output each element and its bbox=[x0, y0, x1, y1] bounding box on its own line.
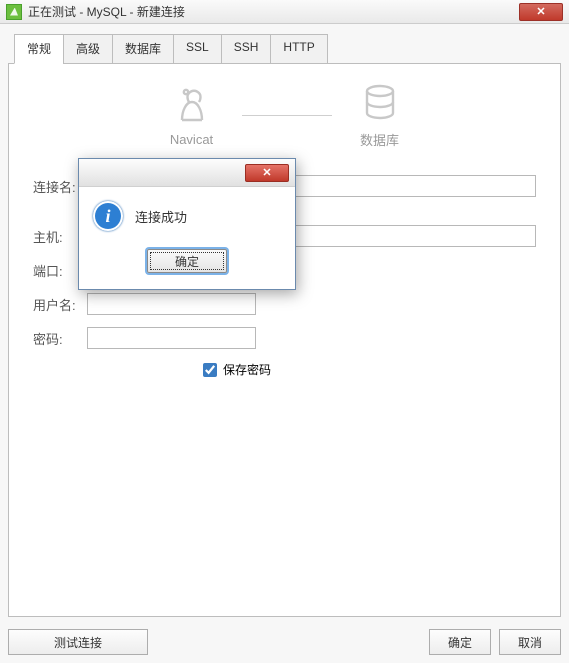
label-password: 密码: bbox=[33, 329, 87, 348]
tabs: 常规 高级 数据库 SSL SSH HTTP bbox=[8, 34, 561, 64]
panel-general: Navicat 数据库 连接名: bbox=[8, 63, 561, 617]
window-close-button[interactable]: ✕ bbox=[519, 3, 563, 21]
close-icon: ✕ bbox=[536, 5, 545, 18]
navicat-logo-col: Navicat bbox=[170, 84, 214, 147]
app-icon bbox=[6, 4, 22, 20]
database-icon bbox=[360, 82, 400, 122]
tab-advanced-label: 高级 bbox=[76, 42, 100, 56]
tab-http[interactable]: HTTP bbox=[270, 34, 327, 64]
test-connection-label: 测试连接 bbox=[54, 634, 102, 651]
logo-row: Navicat 数据库 bbox=[33, 82, 536, 149]
tab-database-label: 数据库 bbox=[125, 42, 161, 56]
tab-ssl[interactable]: SSL bbox=[173, 34, 222, 64]
window-body: 常规 高级 数据库 SSL SSH HTTP bbox=[0, 24, 569, 663]
tab-general[interactable]: 常规 bbox=[14, 34, 64, 64]
footer: 测试连接 确定 取消 bbox=[8, 617, 561, 655]
message-dialog: ✕ i 连接成功 确定 bbox=[78, 158, 296, 290]
input-username[interactable] bbox=[87, 293, 256, 315]
tab-general-label: 常规 bbox=[27, 42, 51, 56]
cancel-button[interactable]: 取消 bbox=[499, 629, 561, 655]
tab-advanced[interactable]: 高级 bbox=[63, 34, 113, 64]
tab-ssl-label: SSL bbox=[186, 40, 209, 54]
dialog-titlebar: ✕ bbox=[79, 159, 295, 187]
close-icon: ✕ bbox=[262, 166, 271, 179]
ok-label: 确定 bbox=[448, 634, 472, 651]
dialog-body: i 连接成功 bbox=[79, 187, 295, 241]
dialog-ok-button[interactable]: 确定 bbox=[147, 249, 227, 273]
test-connection-button[interactable]: 测试连接 bbox=[8, 629, 148, 655]
navicat-icon bbox=[170, 84, 214, 124]
database-logo-col: 数据库 bbox=[360, 82, 400, 149]
dialog-ok-label: 确定 bbox=[175, 253, 199, 270]
navicat-label: Navicat bbox=[170, 132, 213, 147]
tab-database[interactable]: 数据库 bbox=[112, 34, 174, 64]
ok-button[interactable]: 确定 bbox=[429, 629, 491, 655]
cancel-label: 取消 bbox=[518, 634, 542, 651]
label-username: 用户名: bbox=[33, 295, 87, 314]
tab-ssh-label: SSH bbox=[234, 40, 259, 54]
checkbox-save-password[interactable] bbox=[203, 363, 217, 377]
input-password[interactable] bbox=[87, 327, 256, 349]
connection-line bbox=[242, 115, 332, 116]
database-label: 数据库 bbox=[360, 130, 399, 149]
dialog-message: 连接成功 bbox=[135, 207, 187, 226]
window-title: 正在测试 - MySQL - 新建连接 bbox=[28, 3, 519, 20]
titlebar: 正在测试 - MySQL - 新建连接 ✕ bbox=[0, 0, 569, 24]
label-save-password: 保存密码 bbox=[223, 361, 271, 378]
info-icon: i bbox=[93, 201, 123, 231]
tab-ssh[interactable]: SSH bbox=[221, 34, 272, 64]
dialog-close-button[interactable]: ✕ bbox=[245, 164, 289, 182]
dialog-actions: 确定 bbox=[79, 241, 295, 289]
tab-http-label: HTTP bbox=[283, 40, 314, 54]
